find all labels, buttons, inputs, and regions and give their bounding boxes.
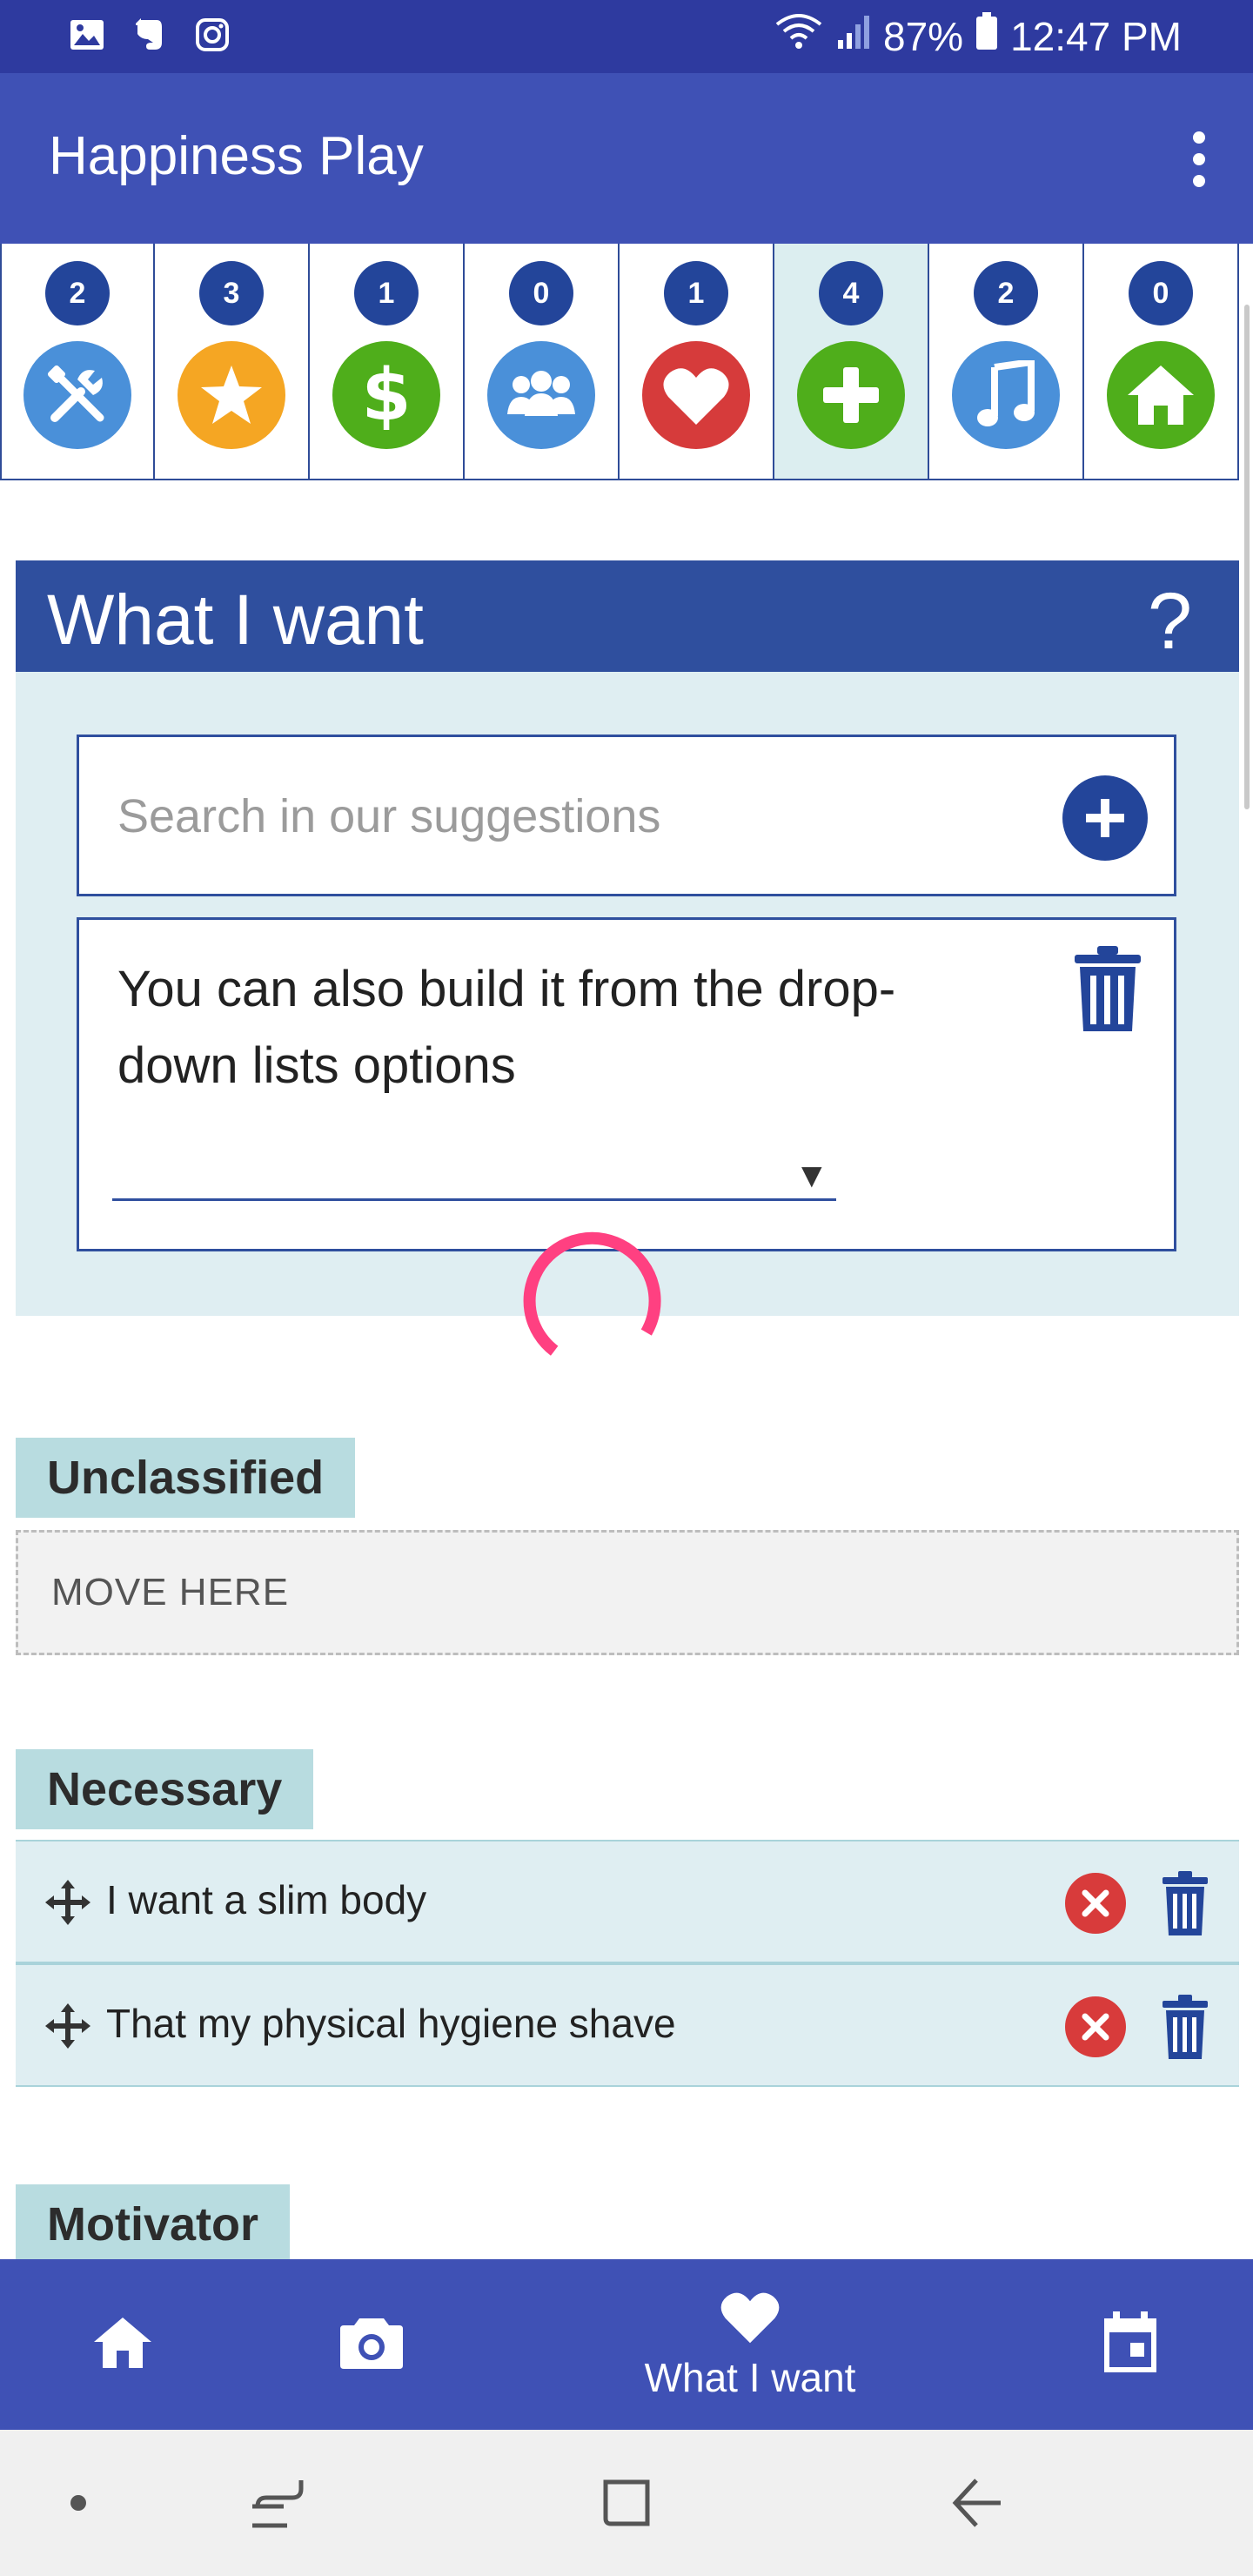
tools-icon xyxy=(23,341,131,449)
recent-apps-icon[interactable] xyxy=(244,2430,310,2576)
category-money[interactable]: 1 $ xyxy=(310,244,465,480)
people-icon xyxy=(487,341,595,449)
move-handle-icon[interactable] xyxy=(44,1878,92,1927)
category-strip: 2 3 1 $ 0 1 4 2 0 xyxy=(0,244,1243,484)
wifi-icon xyxy=(774,12,824,60)
home-icon xyxy=(1107,341,1215,449)
builder-box: You can also build it from the drop-down… xyxy=(77,917,1176,1251)
svg-text:$: $ xyxy=(361,359,411,432)
dropdown-select[interactable] xyxy=(112,1198,836,1201)
category-count: 2 xyxy=(45,261,110,325)
category-count: 0 xyxy=(509,261,573,325)
dropzone[interactable]: MOVE HERE xyxy=(16,1530,1239,1655)
signal-icon xyxy=(836,12,871,60)
suggestion-search-input[interactable]: Search in our suggestions xyxy=(77,735,1176,896)
plus-icon xyxy=(797,341,905,449)
item-label: That my physical hygiene shave xyxy=(106,2001,676,2046)
move-handle-icon[interactable] xyxy=(44,2002,92,2050)
group-label-unclassified: Unclassified xyxy=(16,1438,356,1518)
dot-icon xyxy=(61,2430,96,2576)
more-vert-icon[interactable] xyxy=(1180,129,1218,190)
search-placeholder: Search in our suggestions xyxy=(117,790,661,842)
category-tools[interactable]: 2 xyxy=(0,244,155,480)
battery-icon xyxy=(975,12,998,60)
category-home[interactable]: 0 xyxy=(1084,244,1239,480)
system-nav-bar xyxy=(0,2430,1253,2576)
music-icon xyxy=(952,341,1060,449)
camera-icon xyxy=(338,2315,405,2375)
category-count: 4 xyxy=(819,261,883,325)
app-bar: Happiness Play xyxy=(0,73,1253,244)
trash-icon[interactable] xyxy=(1161,1869,1209,1937)
help-icon[interactable]: ? xyxy=(1148,576,1192,667)
add-icon[interactable] xyxy=(1062,775,1148,861)
section-title: What I want xyxy=(47,580,424,660)
category-count: 2 xyxy=(974,261,1038,325)
battery-level: 87% xyxy=(883,13,964,59)
home-button-icon[interactable] xyxy=(592,2430,661,2576)
group-label-necessary: Necessary xyxy=(16,1749,314,1829)
category-music[interactable]: 2 xyxy=(929,244,1084,480)
trash-icon[interactable] xyxy=(1073,944,1142,1035)
heart-icon xyxy=(718,2289,782,2349)
trash-icon[interactable] xyxy=(1161,1993,1209,2061)
nav-camera[interactable] xyxy=(334,2259,409,2430)
section-body: Search in our suggestions You can also b… xyxy=(16,672,1239,1316)
group-label-motivator: Motivator xyxy=(16,2184,290,2264)
category-count: 1 xyxy=(664,261,728,325)
bottom-nav: What I want xyxy=(0,2259,1253,2430)
category-add[interactable]: 4 xyxy=(774,244,929,480)
list-item[interactable]: I want a slim body xyxy=(16,1840,1239,1963)
category-star[interactable]: 3 xyxy=(155,244,310,480)
category-count: 1 xyxy=(354,261,419,325)
item-label: I want a slim body xyxy=(106,1877,427,1922)
app-title: Happiness Play xyxy=(49,126,424,186)
category-count: 3 xyxy=(199,261,264,325)
calendar-icon xyxy=(1101,2311,1160,2378)
evernote-icon xyxy=(131,16,169,54)
builder-hint: You can also build it from the drop-down… xyxy=(117,961,896,1094)
list-item[interactable]: That my physical hygiene shave xyxy=(16,1963,1239,2087)
dropdown-arrow-icon[interactable]: ▼ xyxy=(794,1157,829,1196)
nav-label: What I want xyxy=(644,2354,856,2400)
category-love[interactable]: 1 xyxy=(620,244,774,480)
scrollbar[interactable] xyxy=(1244,305,1250,809)
nav-calendar[interactable] xyxy=(1093,2259,1168,2430)
nav-home[interactable] xyxy=(85,2259,160,2430)
loading-spinner-icon xyxy=(519,1231,667,1379)
instagram-icon xyxy=(193,16,231,54)
category-people[interactable]: 0 xyxy=(465,244,620,480)
heart-icon xyxy=(642,341,750,449)
status-bar: 87% 12:47 PM xyxy=(0,0,1253,73)
back-icon[interactable] xyxy=(945,2430,1011,2576)
section-header: What I want ? xyxy=(16,560,1239,672)
gallery-icon xyxy=(68,16,106,54)
clock: 12:47 PM xyxy=(1010,13,1182,59)
remove-icon[interactable] xyxy=(1065,1996,1126,2057)
dropzone-label: MOVE HERE xyxy=(51,1571,290,1613)
nav-what-i-want[interactable]: What I want xyxy=(609,2259,891,2430)
category-count: 0 xyxy=(1129,261,1193,325)
home-icon xyxy=(92,2316,153,2374)
dollar-icon: $ xyxy=(332,341,440,449)
remove-icon[interactable] xyxy=(1065,1873,1126,1934)
star-icon xyxy=(178,341,285,449)
